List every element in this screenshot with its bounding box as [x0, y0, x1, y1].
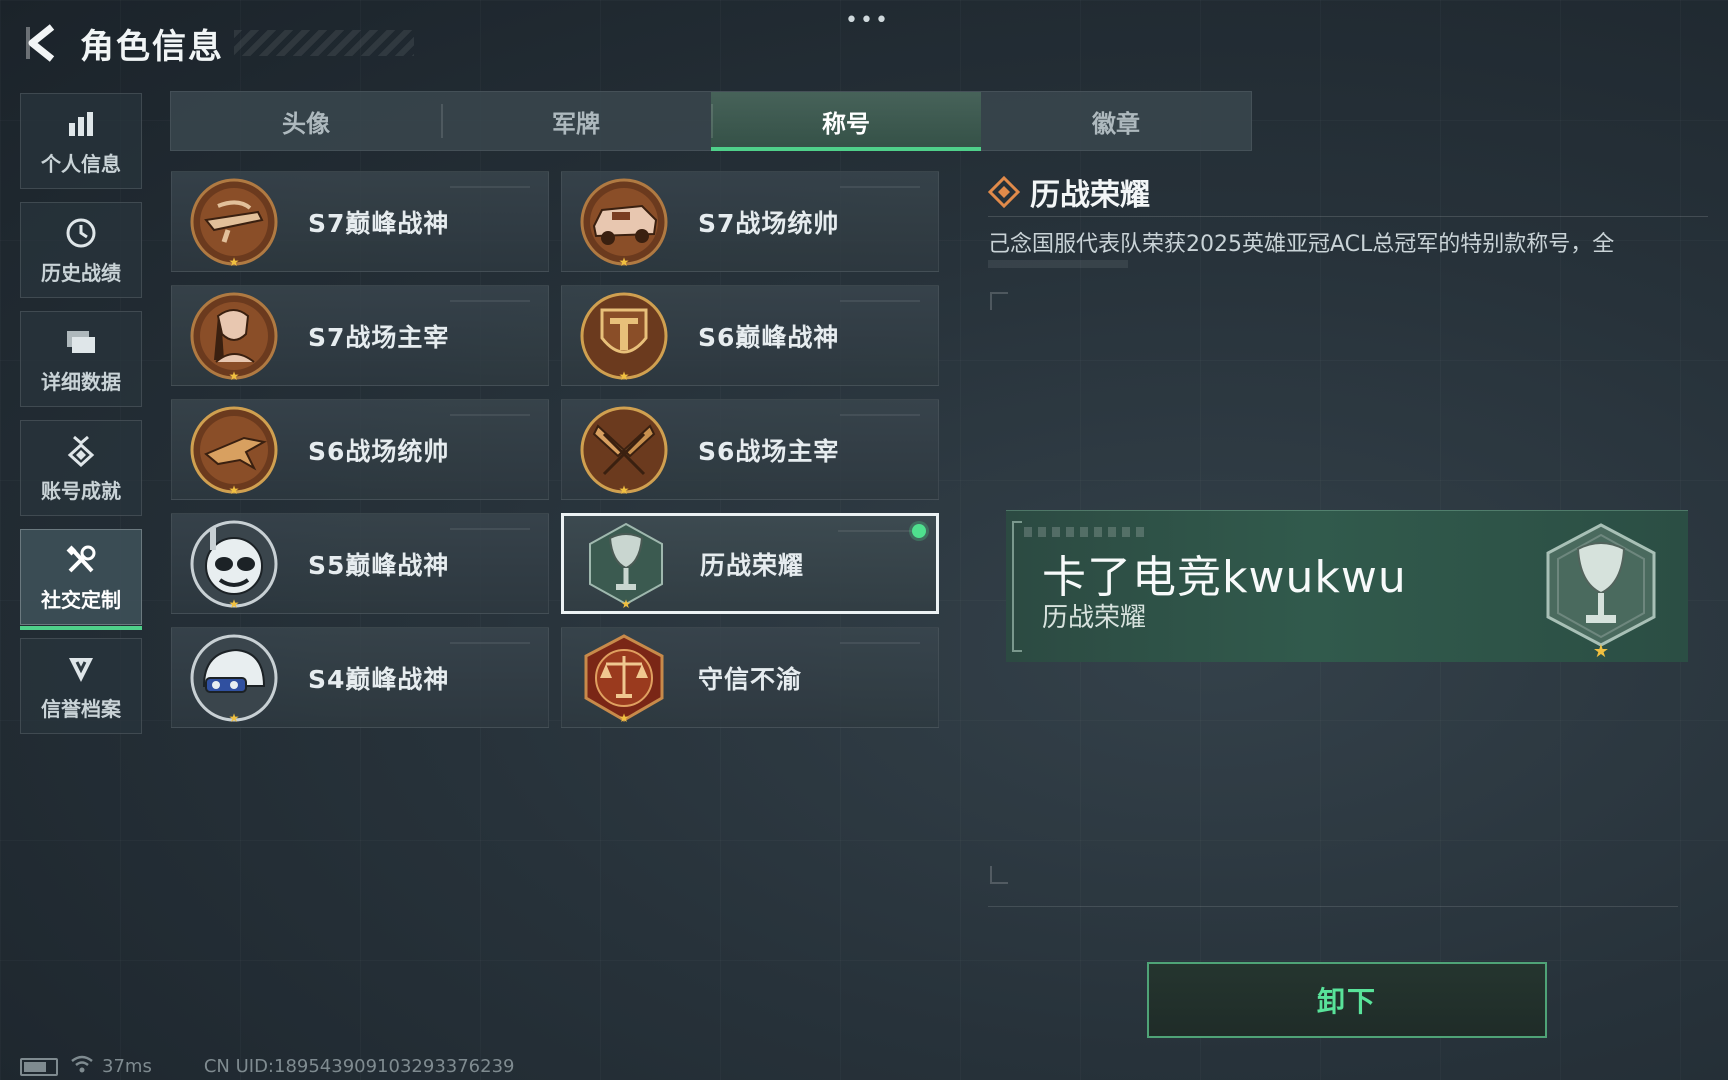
svg-text:★: ★ [229, 369, 240, 382]
t-shield-badge-icon: ★ [578, 290, 670, 383]
svg-text:★: ★ [619, 483, 630, 496]
crossed-flags-badge-icon: ★ [578, 404, 670, 497]
achievement-icon [63, 433, 99, 469]
equipped-indicator [912, 524, 926, 538]
ping-text: 37ms [102, 1056, 152, 1077]
svg-text:★: ★ [229, 483, 240, 496]
title-card-s7-dominator[interactable]: ★ S7战场主宰 [171, 285, 549, 386]
jet-badge-icon: ★ [188, 404, 280, 497]
sidebar-item-personal-info[interactable]: 个人信息 [20, 93, 142, 189]
preview-title-text: 历战荣耀 [1042, 603, 1147, 633]
title-card-label: S7巅峰战神 [308, 208, 450, 238]
crossbow-badge-icon: ★ [188, 176, 280, 269]
detail-title: 历战荣耀 [1030, 178, 1150, 213]
svg-text:★: ★ [619, 255, 630, 268]
title-decoration [234, 30, 414, 56]
sidebar-item-credit[interactable]: 信誉档案 [20, 638, 142, 734]
frame-corner [990, 866, 1008, 884]
title-card-s6-peak-god[interactable]: ★ S6巅峰战神 [561, 285, 939, 386]
description-overflow [988, 260, 1128, 268]
detail-description: 己念国服代表队荣获2025英雄亚冠ACL总冠军的特别款称号，全 [988, 232, 1615, 256]
title-card-label: S5巅峰战神 [308, 550, 450, 580]
frame-corner [990, 292, 1008, 310]
sidebar-item-label: 详细数据 [41, 369, 121, 394]
title-preview-card: 卡了电竞kwukwu 历战荣耀 ★ [1006, 510, 1688, 662]
title-card-battle-glory[interactable]: ★ 历战荣耀 [561, 513, 939, 614]
back-arrow-icon [26, 24, 55, 62]
sidebar-item-detailed-data[interactable]: 详细数据 [20, 311, 142, 407]
uid-text: CN UID:18954390910329337623​9 [203, 1056, 515, 1077]
svg-text:★: ★ [1593, 641, 1609, 659]
preview-decoration [1024, 527, 1144, 537]
sidebar-item-label: 账号成就 [41, 478, 121, 503]
sidebar-item-label: 个人信息 [41, 151, 121, 176]
title-card-label: S4巅峰战神 [308, 664, 450, 694]
title-card-s5-peak-god[interactable]: ★ S5巅峰战神 [171, 513, 549, 614]
tab-badge[interactable]: 徽章 [981, 92, 1251, 150]
title-card-label: 守信不渝 [698, 664, 803, 694]
status-bar: 37ms CN UID:18954390910329337623​9 [20, 1054, 515, 1079]
tab-avatar[interactable]: 头像 [171, 92, 441, 150]
sidebar-item-label: 历史战绩 [41, 260, 121, 285]
tools-icon [63, 542, 99, 578]
player-name: 卡了电竞kwukwu [1042, 552, 1407, 603]
sidebar: 个人信息 历史战绩 详细数据 账号成就 社交定制 信誉档案 [20, 93, 144, 747]
battery-icon [20, 1057, 58, 1076]
title-grid: ★ S7巅峰战神 ★ S7战场统帅 ★ S7战场主宰 ★ S6巅峰战神 ★ S6… [171, 171, 939, 728]
title-card-label: S6巅峰战神 [698, 322, 840, 352]
soldier-badge-icon: ★ [188, 290, 280, 383]
sidebar-item-achievements[interactable]: 账号成就 [20, 420, 142, 516]
divider [988, 906, 1678, 907]
sidebar-item-label: 社交定制 [41, 587, 121, 612]
more-options-button[interactable]: ••• [845, 8, 890, 33]
svg-text:★: ★ [229, 597, 240, 610]
back-button[interactable] [20, 21, 64, 65]
unequip-button[interactable]: 卸下 [1147, 962, 1547, 1038]
svg-text:★: ★ [619, 369, 630, 382]
svg-text:★: ★ [229, 255, 240, 268]
header: 角色信息 [20, 18, 414, 68]
title-card-label: S7战场统帅 [698, 208, 840, 238]
history-icon [63, 215, 99, 251]
title-card-label: S7战场主宰 [308, 322, 450, 352]
title-card-keep-faith[interactable]: ★ 守信不渝 [561, 627, 939, 728]
vehicle-badge-icon: ★ [578, 176, 670, 269]
page-title: 角色信息 [80, 26, 224, 67]
shield-icon [63, 651, 99, 687]
trophy-badge-icon: ★ [580, 518, 672, 611]
trophy-emblem-icon: ★ [1542, 521, 1660, 662]
unequip-button-label: 卸下 [1316, 985, 1377, 1018]
wifi-icon [70, 1054, 94, 1079]
title-card-label: S6战场主宰 [698, 436, 840, 466]
sidebar-item-history[interactable]: 历史战绩 [20, 202, 142, 298]
diamond-icon [988, 176, 1020, 208]
title-card-label: S6战场统帅 [308, 436, 450, 466]
title-card-label: 历战荣耀 [700, 550, 805, 580]
detail-header: 历战荣耀 [988, 170, 1150, 214]
title-card-s7-peak-god[interactable]: ★ S7巅峰战神 [171, 171, 549, 272]
bar-chart-icon [63, 106, 99, 142]
category-tabs: 头像 军牌 称号 徽章 [170, 91, 1252, 151]
scales-badge-icon: ★ [578, 632, 670, 725]
svg-text:★: ★ [621, 597, 632, 610]
sidebar-item-social-customization[interactable]: 社交定制 [20, 529, 142, 630]
helmet-badge-icon: ★ [188, 632, 280, 725]
tab-title[interactable]: 称号 [711, 92, 981, 151]
folder-icon [63, 324, 99, 360]
title-card-s6-dominator[interactable]: ★ S6战场主宰 [561, 399, 939, 500]
svg-text:★: ★ [619, 711, 630, 724]
sidebar-item-label: 信誉档案 [41, 696, 121, 721]
divider [988, 216, 1708, 217]
title-card-s4-peak-god[interactable]: ★ S4巅峰战神 [171, 627, 549, 728]
tab-dog-tag[interactable]: 军牌 [441, 92, 711, 150]
title-card-s7-commander[interactable]: ★ S7战场统帅 [561, 171, 939, 272]
svg-text:★: ★ [229, 711, 240, 724]
title-card-s6-commander[interactable]: ★ S6战场统帅 [171, 399, 549, 500]
diver-badge-icon: ★ [188, 518, 280, 611]
